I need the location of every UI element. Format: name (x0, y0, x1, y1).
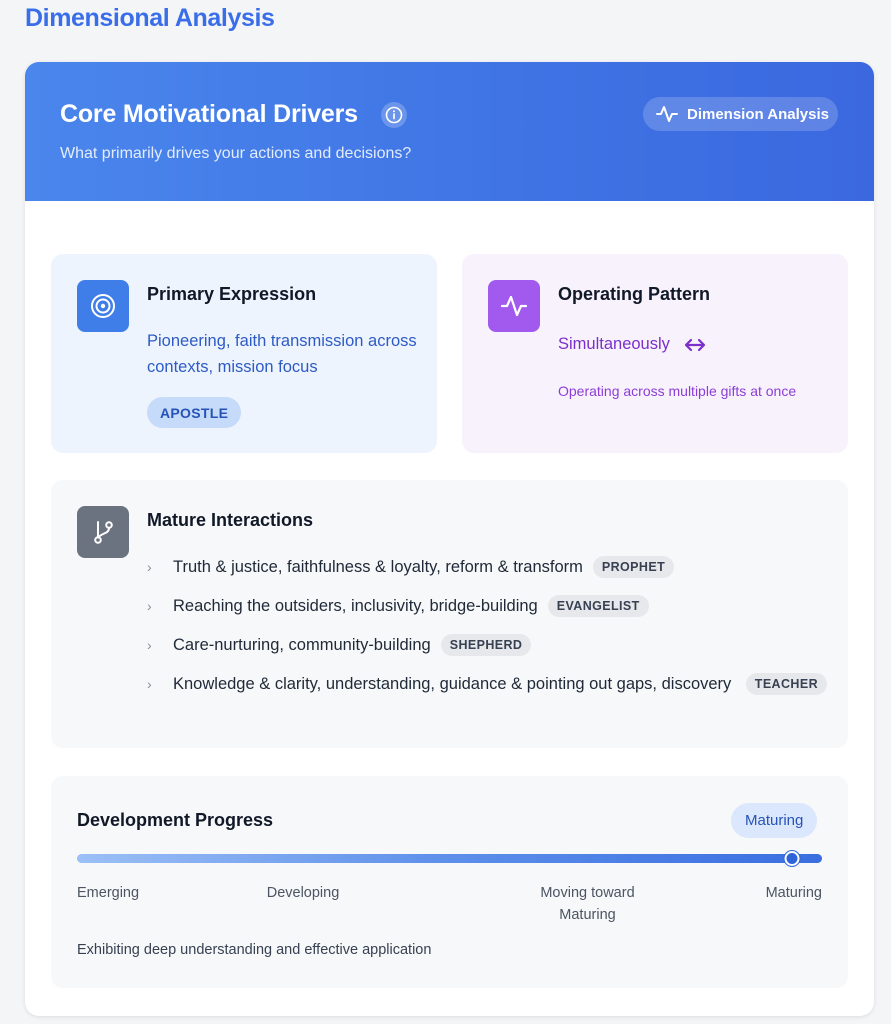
development-progress-panel: Development Progress Maturing Emerging D… (51, 776, 848, 988)
dimension-card: Core Motivational Drivers What primarily… (25, 62, 874, 1016)
interaction-tag: EVANGELIST (547, 595, 649, 617)
operating-pattern-panel: Operating Pattern Simultaneously Operati… (462, 254, 848, 453)
chevron-right-icon: › (147, 559, 152, 575)
operating-pattern-title: Operating Pattern (558, 284, 711, 304)
interaction-text: Truth & justice, faithfulness & loyalty,… (173, 558, 583, 576)
progress-track[interactable] (77, 851, 822, 866)
chevron-right-icon: › (147, 598, 152, 614)
interaction-tag: TEACHER (745, 673, 827, 695)
chevron-right-icon: › (147, 637, 152, 653)
target-icon (77, 280, 129, 332)
interaction-tag: SHEPHERD (440, 634, 532, 656)
list-item[interactable]: › Knowledge & clarity, understanding, gu… (147, 671, 827, 697)
stage-label-developing: Developing (266, 885, 340, 901)
stage-label-emerging: Emerging (77, 885, 140, 901)
operating-pattern-description: Operating across multiple gifts at once (558, 383, 797, 399)
dimension-analysis-label: Dimension Analysis (687, 105, 829, 123)
mature-interactions-list: › Truth & justice, faithfulness & loyalt… (147, 554, 827, 710)
development-progress-title: Development Progress (77, 810, 274, 830)
status-badge: Maturing (731, 803, 818, 838)
progress-fill (77, 854, 822, 863)
info-icon[interactable] (381, 102, 407, 128)
stage-label-maturing: Maturing (765, 885, 822, 901)
double-arrow-icon (684, 338, 705, 351)
list-item[interactable]: › Care-nurturing, community-building SHE… (147, 632, 827, 658)
interaction-text: Knowledge & clarity, understanding, guid… (173, 675, 732, 693)
primary-expression-title: Primary Expression (147, 284, 317, 304)
dimension-header: Core Motivational Drivers What primarily… (25, 62, 874, 201)
dimension-analysis-button[interactable]: Dimension Analysis (643, 97, 838, 131)
development-progress-description: Exhibiting deep understanding and effect… (77, 942, 432, 958)
primary-expression-tag: APOSTLE (147, 397, 242, 428)
interaction-text: Reaching the outsiders, inclusivity, bri… (173, 597, 538, 615)
stage-label-moving-toward: Moving toward Maturing (540, 885, 635, 923)
list-item[interactable]: › Truth & justice, faithfulness & loyalt… (147, 554, 827, 580)
mature-interactions-title: Mature Interactions (147, 510, 314, 530)
primary-expression-description: Pioneering, faith transmission across co… (147, 332, 417, 376)
interaction-text: Care-nurturing, community-building (173, 636, 431, 654)
pulse-icon (656, 106, 678, 122)
progress-handle[interactable] (784, 851, 800, 866)
pulse-icon (488, 280, 540, 332)
branch-icon (77, 506, 129, 558)
operating-pattern-value: Simultaneously (558, 335, 706, 354)
dimension-title: Core Motivational Drivers (60, 100, 358, 128)
chevron-right-icon: › (147, 676, 152, 692)
list-item[interactable]: › Reaching the outsiders, inclusivity, b… (147, 593, 827, 619)
operating-pattern-value-text: Simultaneously (558, 335, 670, 353)
page-title: Dimensional Analysis (25, 4, 275, 32)
mature-interactions-panel: Mature Interactions › Truth & justice, f… (51, 480, 848, 748)
dimension-subtitle: What primarily drives your actions and d… (60, 145, 412, 162)
primary-expression-panel: Primary Expression Pioneering, faith tra… (51, 254, 437, 453)
interaction-tag: PROPHET (592, 556, 675, 578)
